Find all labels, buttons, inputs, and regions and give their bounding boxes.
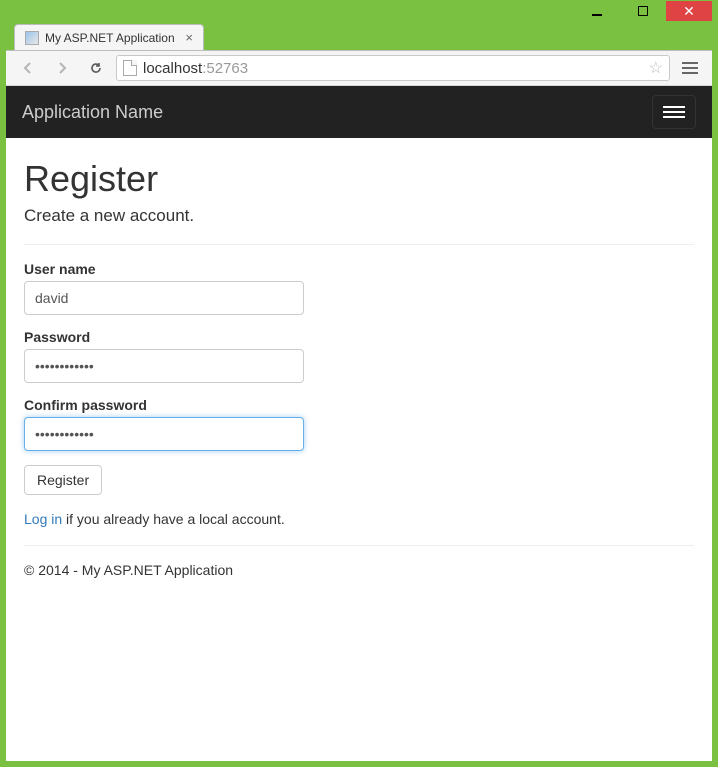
url-text: localhost:52763 [143,60,248,77]
page-subtitle: Create a new account. [24,206,694,226]
bookmark-star-icon[interactable]: ☆ [649,58,663,78]
brand-link[interactable]: Application Name [22,102,163,123]
confirm-password-label: Confirm password [24,397,694,413]
browser-tab[interactable]: My ASP.NET Application × [14,24,204,50]
url-host: localhost [143,60,202,77]
username-group: User name [24,261,694,315]
page-viewport: Application Name Register Create a new a… [6,86,712,761]
password-input[interactable] [24,349,304,383]
site-navbar: Application Name [6,86,712,138]
page-icon [123,60,137,76]
window-maximize-button[interactable] [620,1,666,21]
login-hint-text: if you already have a local account. [62,511,285,527]
address-bar[interactable]: localhost:52763 ☆ [116,55,670,81]
back-button[interactable] [14,54,42,82]
navbar-toggle-button[interactable] [652,95,696,129]
confirm-password-input[interactable] [24,417,304,451]
confirm-password-group: Confirm password [24,397,694,451]
forward-button[interactable] [48,54,76,82]
browser-window: ✕ My ASP.NET Application × localhost:527… [6,0,712,761]
window-titlebar: ✕ [6,0,712,22]
browser-tabstrip: My ASP.NET Application × [6,22,712,50]
browser-menu-button[interactable] [676,54,704,82]
username-label: User name [24,261,694,277]
tab-title: My ASP.NET Application [45,31,179,45]
page-title: Register [24,158,694,200]
favicon-icon [25,31,39,45]
password-label: Password [24,329,694,345]
register-button[interactable]: Register [24,465,102,495]
footer-text: © 2014 - My ASP.NET Application [24,562,694,578]
window-close-button[interactable]: ✕ [666,1,712,21]
url-port: :52763 [202,60,248,77]
footer-divider [24,545,694,546]
divider [24,244,694,245]
main-content: Register Create a new account. User name… [6,138,712,598]
login-link[interactable]: Log in [24,511,62,527]
password-group: Password [24,329,694,383]
tab-close-icon[interactable]: × [185,30,193,45]
window-minimize-button[interactable] [574,1,620,21]
username-input[interactable] [24,281,304,315]
login-hint: Log in if you already have a local accou… [24,511,694,527]
browser-toolbar: localhost:52763 ☆ [6,50,712,86]
reload-button[interactable] [82,54,110,82]
